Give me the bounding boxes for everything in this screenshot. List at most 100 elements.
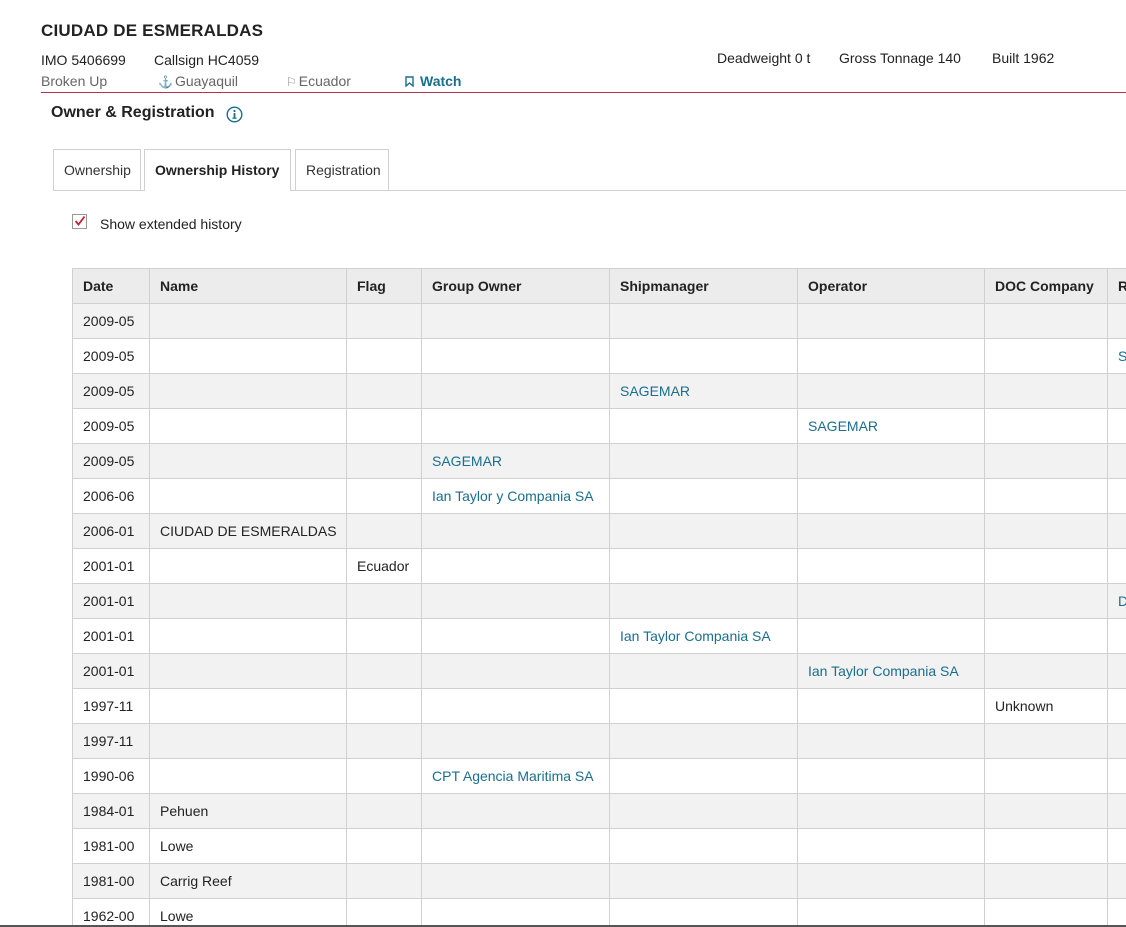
shipmanager-cell: [609, 653, 798, 689]
registered-owner-cell: [1107, 548, 1126, 584]
name-cell: [149, 758, 347, 794]
tab-ownership-history[interactable]: Ownership History: [144, 149, 291, 191]
shipmanager-cell: [609, 303, 798, 339]
name-cell: [149, 443, 347, 479]
group-owner-cell: CPT Agencia Maritima SA: [421, 758, 610, 794]
show-extended-history-checkbox[interactable]: [72, 214, 87, 229]
group-owner-cell: [421, 373, 610, 409]
bookmark-icon: [405, 76, 414, 88]
date-cell: 1997-11: [72, 723, 150, 759]
name-cell: [149, 653, 347, 689]
column-header-name[interactable]: Name: [149, 268, 347, 304]
flag-name: Ecuador: [298, 73, 351, 89]
vessel-flag: ⚐ Ecuador: [286, 73, 351, 89]
group-owner-cell: [421, 688, 610, 724]
date-cell: 2009-05: [72, 303, 150, 339]
flag-icon: ⚐: [286, 75, 297, 89]
flag-cell: [346, 653, 422, 689]
company-link[interactable]: SAGEMAR: [620, 383, 690, 399]
column-header-group-owner[interactable]: Group Owner: [421, 268, 610, 304]
name-cell: [149, 338, 347, 374]
port-name: Guayaquil: [174, 73, 238, 89]
shipmanager-cell: [609, 758, 798, 794]
deadweight: Deadweight 0 t: [717, 50, 811, 66]
date-cell: 2001-01: [72, 583, 150, 619]
registered-owner-cell: [1107, 863, 1126, 899]
doc-company-cell: [984, 513, 1108, 549]
flag-cell: [346, 478, 422, 514]
operator-cell: [797, 723, 985, 759]
group-owner-cell: SAGEMAR: [421, 443, 610, 479]
operator-cell: [797, 303, 985, 339]
company-link[interactable]: SAGEMAR: [432, 453, 502, 469]
operator-cell: [797, 688, 985, 724]
watch-label: Watch: [420, 73, 462, 89]
shipmanager-cell: [609, 688, 798, 724]
operator-cell: [797, 443, 985, 479]
info-icon[interactable]: [226, 106, 243, 123]
shipmanager-cell: [609, 793, 798, 829]
name-cell: [149, 373, 347, 409]
show-extended-history-label: Show extended history: [100, 216, 242, 232]
group-owner-cell: [421, 408, 610, 444]
tab-registration[interactable]: Registration: [295, 149, 389, 190]
shipmanager-cell: [609, 478, 798, 514]
shipmanager-cell: [609, 443, 798, 479]
name-cell: [149, 723, 347, 759]
flag-cell: [346, 408, 422, 444]
company-link[interactable]: CPT Agencia Maritima SA: [432, 768, 594, 784]
operator-cell: [797, 513, 985, 549]
company-link[interactable]: D: [1118, 593, 1126, 609]
section-title: Owner & Registration: [51, 104, 215, 121]
callsign: Callsign HC4059: [154, 52, 260, 68]
registered-owner-cell: [1107, 898, 1126, 927]
column-header-registered-owner[interactable]: R: [1107, 268, 1126, 304]
company-link[interactable]: Ian Taylor y Compania SA: [432, 488, 594, 504]
operator-cell: [797, 828, 985, 864]
flag-cell: [346, 443, 422, 479]
anchor-icon: ⚓: [158, 75, 173, 89]
group-owner-cell: [421, 863, 610, 899]
table-row: 2009-05 SAGEMAR: [72, 373, 1126, 409]
watch-button[interactable]: Watch: [405, 73, 461, 89]
group-owner-cell: [421, 303, 610, 339]
name-cell: CIUDAD DE ESMERALDAS: [149, 513, 347, 549]
shipmanager-cell: [609, 408, 798, 444]
table-row: 1997-11: [72, 723, 1126, 759]
doc-company-cell: [984, 653, 1108, 689]
date-cell: 2009-05: [72, 443, 150, 479]
checkmark-icon: [74, 215, 86, 226]
operator-cell: [797, 618, 985, 654]
operator-cell: [797, 758, 985, 794]
registered-owner-cell: [1107, 443, 1126, 479]
date-cell: 2001-01: [72, 653, 150, 689]
column-header-doc-company[interactable]: DOC Company: [984, 268, 1108, 304]
column-header-date[interactable]: Date: [72, 268, 150, 304]
column-header-flag[interactable]: Flag: [346, 268, 422, 304]
name-cell: [149, 548, 347, 584]
header-divider: [41, 92, 1126, 93]
doc-company-cell: [984, 373, 1108, 409]
doc-company-cell: [984, 303, 1108, 339]
flag-cell: [346, 688, 422, 724]
doc-company-cell: [984, 828, 1108, 864]
group-owner-cell: [421, 548, 610, 584]
name-cell: [149, 478, 347, 514]
operator-cell: SAGEMAR: [797, 408, 985, 444]
column-header-shipmanager[interactable]: Shipmanager: [609, 268, 798, 304]
group-owner-cell: [421, 723, 610, 759]
date-cell: 2009-05: [72, 408, 150, 444]
company-link[interactable]: S: [1118, 348, 1126, 364]
company-link[interactable]: Ian Taylor Compania SA: [620, 628, 771, 644]
registered-owner-cell: [1107, 513, 1126, 549]
group-owner-cell: [421, 828, 610, 864]
doc-company-cell: [984, 338, 1108, 374]
operator-cell: [797, 793, 985, 829]
table-row: 1981-00 Carrig Reef: [72, 863, 1126, 899]
tab-ownership[interactable]: Ownership: [53, 149, 141, 190]
date-cell: 1984-01: [72, 793, 150, 829]
shipmanager-cell: Ian Taylor Compania SA: [609, 618, 798, 654]
company-link[interactable]: Ian Taylor Compania SA: [808, 663, 959, 679]
company-link[interactable]: SAGEMAR: [808, 418, 878, 434]
column-header-operator[interactable]: Operator: [797, 268, 985, 304]
